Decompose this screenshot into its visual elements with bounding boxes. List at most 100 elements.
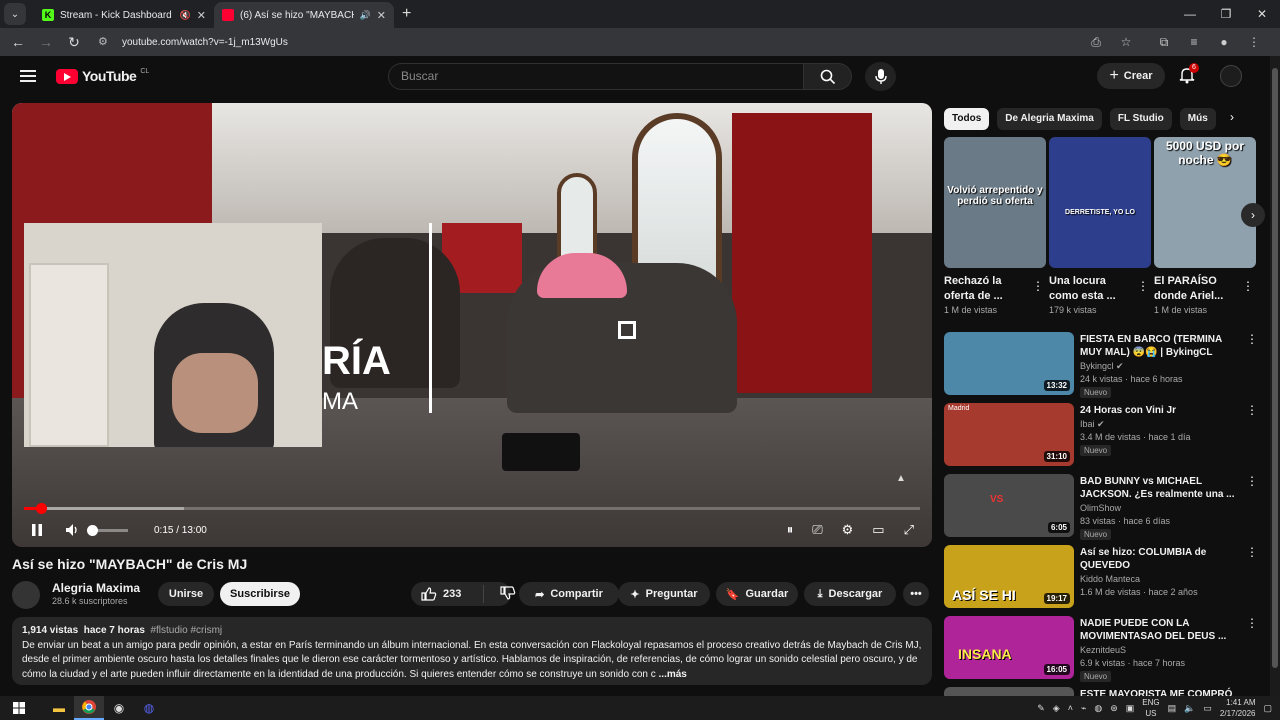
video-item-title[interactable]: 24 Horas con Vini Jr xyxy=(1080,404,1240,417)
forward-icon[interactable]: → xyxy=(32,34,60,50)
obs-icon[interactable]: ◉ xyxy=(104,696,134,720)
chips-next-icon[interactable]: › xyxy=(1230,110,1234,124)
notifications-button[interactable]: 6 xyxy=(1178,63,1199,86)
channel-avatar[interactable] xyxy=(12,581,40,609)
share-button[interactable]: ➦ Compartir xyxy=(519,582,619,606)
video-item-channel[interactable]: Bykingcl ✔ xyxy=(1080,361,1124,372)
windows-start-icon[interactable] xyxy=(4,696,34,720)
clock[interactable]: 1:41 AM 2/17/2026 xyxy=(1220,697,1256,719)
list-item[interactable]: INSANA 16:05 NADIE PUEDE CON LA MOVIMENT… xyxy=(944,616,1264,687)
close-tab-icon[interactable]: ✕ xyxy=(197,9,206,22)
volume-slider[interactable] xyxy=(87,524,128,536)
list-item[interactable]: Madrid 31:10 24 Horas con Vini Jr Ibai ✔… xyxy=(944,403,1264,474)
progress-bar[interactable] xyxy=(24,503,920,514)
voice-search-button[interactable] xyxy=(865,62,896,91)
short-item[interactable]: DERRETISTE, YO LO Una locura como esta .… xyxy=(1049,137,1151,321)
input-language[interactable]: ENG US xyxy=(1142,697,1159,719)
video-thumbnail[interactable]: INSANA 16:05 xyxy=(944,616,1074,679)
reload-icon[interactable]: ↻ xyxy=(60,34,88,51)
channel-watermark-icon[interactable]: ▲ xyxy=(896,473,906,484)
show-more-link[interactable]: ...más xyxy=(659,669,687,680)
video-item-channel[interactable]: KeznitdeuS xyxy=(1080,645,1126,655)
pause-button[interactable] xyxy=(30,523,44,537)
settings-icon[interactable]: ⚙ xyxy=(842,522,854,538)
restore-icon[interactable]: ❐ xyxy=(1208,0,1244,28)
create-button[interactable]: + Crear xyxy=(1097,63,1165,89)
tab-kick-dashboard[interactable]: K Stream - Kick Dashboard 🔇 ✕ xyxy=(34,2,214,28)
join-button[interactable]: Unirse xyxy=(158,582,214,606)
short-thumbnail[interactable]: 5000 USD por noche 😎 xyxy=(1154,137,1256,268)
notification-center-icon[interactable]: ▢ xyxy=(1263,703,1272,714)
ask-button[interactable]: ✦ Preguntar xyxy=(618,582,710,606)
video-item-channel[interactable]: Kiddo Manteca xyxy=(1080,574,1140,584)
shorts-next-button[interactable]: › xyxy=(1241,203,1265,227)
network-icon[interactable]: ▤ xyxy=(1168,703,1177,714)
tab-youtube[interactable]: (6) Así se hizo "MAYBACH" 🔊 ✕ xyxy=(214,2,394,28)
minimize-icon[interactable]: — xyxy=(1172,0,1208,28)
search-input[interactable]: Buscar xyxy=(388,63,804,90)
short-item[interactable]: Volvió arrepentido y perdió su oferta Re… xyxy=(944,137,1046,321)
video-item-title[interactable]: FIESTA EN BARCO (TERMINA MUY MAL) 😨😭 | B… xyxy=(1080,333,1240,359)
chrome-icon[interactable] xyxy=(74,696,104,720)
menu-icon[interactable] xyxy=(20,70,36,82)
video-thumbnail[interactable]: Madrid 31:10 xyxy=(944,403,1074,466)
account-avatar[interactable] xyxy=(1220,65,1242,87)
audio-playing-icon[interactable]: 🔊 xyxy=(360,10,371,21)
extensions-icon[interactable]: ⧉ xyxy=(1156,35,1172,50)
more-vertical-icon[interactable]: ⋮ xyxy=(1246,403,1258,417)
tray-app-icon[interactable]: ◈ xyxy=(1053,703,1060,714)
short-thumbnail[interactable]: DERRETISTE, YO LO xyxy=(1049,137,1151,268)
file-explorer-icon[interactable]: ▬ xyxy=(44,696,74,720)
fullscreen-icon[interactable]: ⤢ xyxy=(904,522,914,538)
more-vertical-icon[interactable]: ⋮ xyxy=(1246,545,1258,559)
video-thumbnail[interactable]: ASÍ SE HI 19:17 xyxy=(944,545,1074,608)
more-vertical-icon[interactable]: ⋮ xyxy=(1137,279,1149,293)
autoplay-toggle-icon[interactable]: ⏸ xyxy=(787,522,794,538)
like-button[interactable]: 233 xyxy=(421,587,461,601)
video-thumbnail[interactable]: VS 6:05 xyxy=(944,474,1074,537)
tray-chevron-icon[interactable]: ˄ xyxy=(1068,703,1073,713)
short-title[interactable]: El PARAÍSO donde Ariel... xyxy=(1154,274,1238,304)
download-button[interactable]: ⤓ Descargar xyxy=(804,582,896,606)
description-box[interactable]: 1,914 vistas hace 7 horas #flstudio #cri… xyxy=(12,617,932,685)
speaker-icon[interactable]: 🔈 xyxy=(1184,703,1195,714)
muted-icon[interactable]: 🔇 xyxy=(180,10,191,21)
close-tab-icon[interactable]: ✕ xyxy=(377,9,386,22)
bookmark-star-icon[interactable]: ☆ xyxy=(1118,35,1134,50)
short-item[interactable]: 5000 USD por noche 😎 El PARAÍSO donde Ar… xyxy=(1154,137,1256,321)
video-item-title[interactable]: Así se hizo: COLUMBIA de QUEVEDO xyxy=(1080,546,1240,572)
tray-nvidia-icon[interactable]: ▣ xyxy=(1126,703,1135,714)
hashtags[interactable]: #flstudio #crismj xyxy=(150,625,222,636)
volume-button[interactable] xyxy=(64,523,82,537)
more-vertical-icon[interactable]: ⋮ xyxy=(1246,474,1258,488)
video-item-channel[interactable]: OlimShow xyxy=(1080,503,1121,513)
chip-alegria-maxima[interactable]: De Alegria Maxima xyxy=(997,108,1102,130)
short-title[interactable]: Rechazó la oferta de ... xyxy=(944,274,1028,304)
channel-name[interactable]: Alegria Maxima xyxy=(52,581,140,595)
video-player[interactable]: RÍA MA ▲ 0:15 / 13:00 ⏸ ⎚ ⚙ ▭ ⤢ xyxy=(12,103,932,547)
scrollbar-thumb[interactable] xyxy=(1272,68,1278,668)
more-vertical-icon[interactable]: ⋮ xyxy=(1032,279,1044,293)
close-window-icon[interactable]: ✕ xyxy=(1244,0,1280,28)
subscribe-button[interactable]: Suscribirse xyxy=(220,582,300,606)
more-vertical-icon[interactable]: ⋮ xyxy=(1242,279,1254,293)
dislike-button[interactable] xyxy=(500,585,516,603)
tray-pen-icon[interactable]: ✎ xyxy=(1037,703,1045,714)
media-control-icon[interactable]: ≡ xyxy=(1186,35,1202,50)
tray-discord-icon[interactable]: ◍ xyxy=(1094,703,1102,714)
install-app-icon[interactable]: ⎙ xyxy=(1088,35,1104,50)
battery-icon[interactable]: ▭ xyxy=(1203,703,1212,714)
tab-search-button[interactable]: ⌄ xyxy=(4,3,26,25)
video-item-title[interactable]: BAD BUNNY vs MICHAEL JACKSON. ¿Es realme… xyxy=(1080,475,1240,501)
youtube-logo[interactable]: YouTube CL xyxy=(56,68,149,84)
theater-mode-icon[interactable]: ▭ xyxy=(872,522,884,538)
list-item[interactable]: ASÍ SE HI 19:17 Así se hizo: COLUMBIA de… xyxy=(944,545,1264,616)
more-actions-button[interactable]: ••• xyxy=(903,582,929,606)
discord-icon[interactable]: ◍ xyxy=(134,696,164,720)
tray-steam-icon[interactable]: ⊛ xyxy=(1110,703,1118,714)
browser-menu-icon[interactable]: ⋮ xyxy=(1246,35,1262,50)
video-item-title[interactable]: NADIE PUEDE CON LA MOVIMENTASAO DEL DEUS… xyxy=(1080,617,1240,643)
chip-fl-studio[interactable]: FL Studio xyxy=(1109,108,1172,130)
short-thumbnail[interactable]: Volvió arrepentido y perdió su oferta xyxy=(944,137,1046,268)
chip-todos[interactable]: Todos xyxy=(944,108,990,130)
